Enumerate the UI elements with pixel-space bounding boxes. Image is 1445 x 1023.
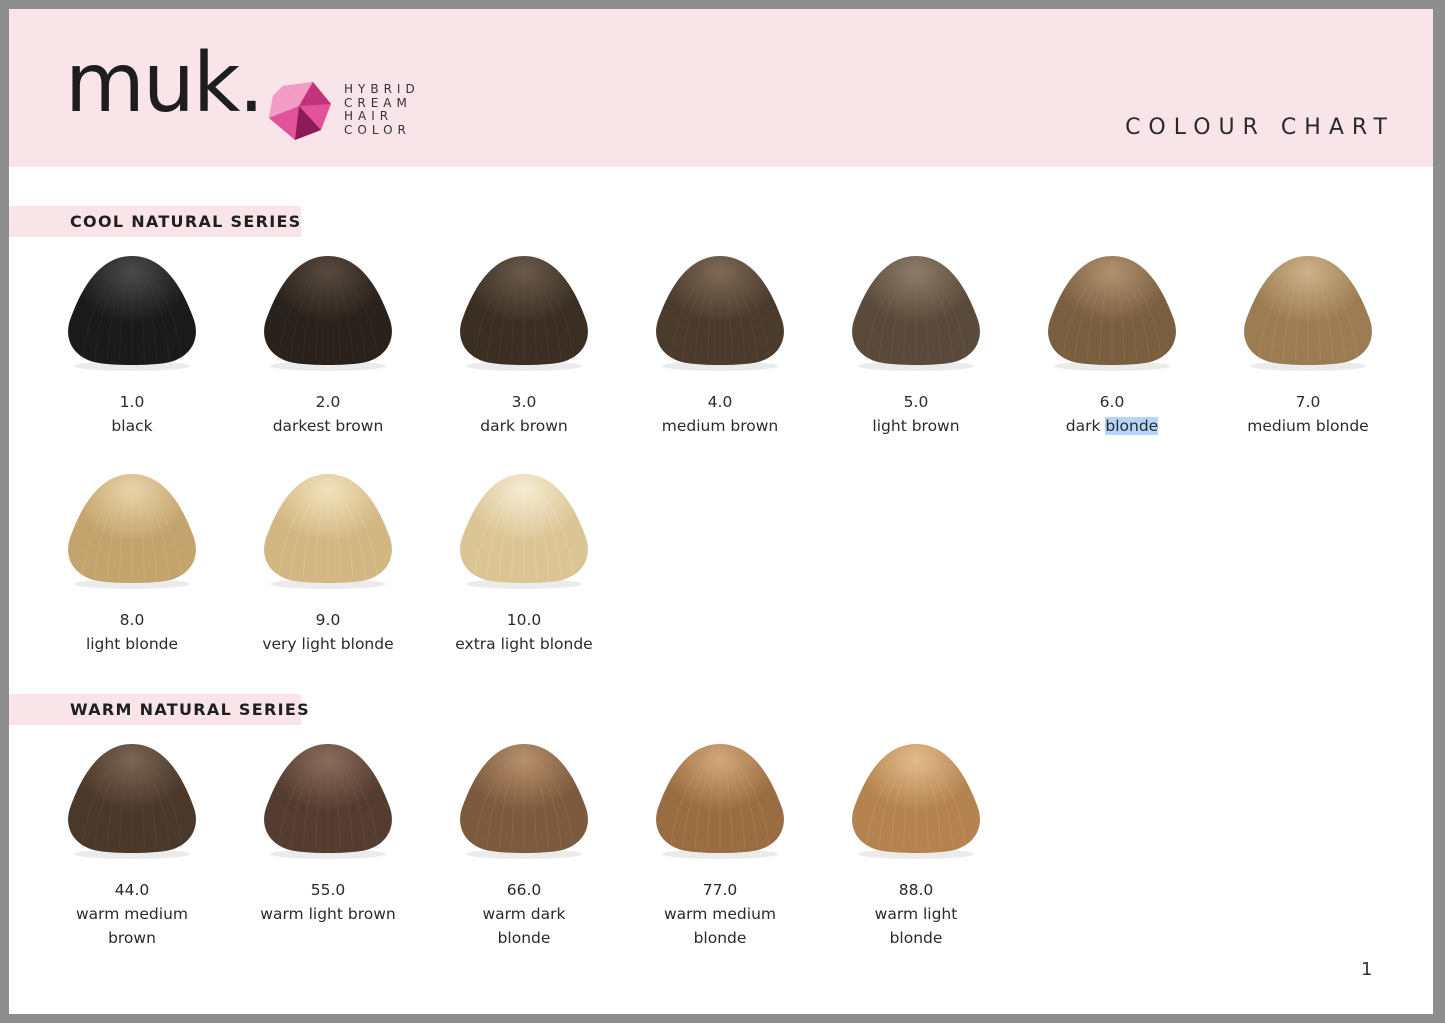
- hair-swatch-icon: [852, 256, 980, 371]
- shade-code: 2.0: [315, 393, 341, 411]
- hair-swatch-icon: [460, 744, 588, 859]
- shade-name: very light blonde: [262, 635, 394, 653]
- hair-swatch: 2.0 darkest brown: [238, 252, 418, 438]
- shade-name: dark blonde: [1042, 414, 1182, 438]
- hair-swatch: 88.0 warm light blonde: [826, 740, 1006, 950]
- hair-swatch-icon: [68, 744, 196, 859]
- hair-swatch-icon: [1048, 256, 1176, 371]
- brand-tagline: HYBRID CREAM HAIR COLOR: [344, 82, 420, 137]
- tagline-line: CREAM: [344, 95, 412, 110]
- hair-swatch-icon: [68, 256, 196, 371]
- hair-swatch: 1.0 black: [42, 252, 222, 438]
- shade-name: warm medium brown: [75, 905, 188, 947]
- series-band-warm: WARM NATURAL SERIES: [9, 694, 309, 725]
- shade-code: 8.0: [119, 611, 145, 629]
- shade-code: 9.0: [315, 611, 341, 629]
- shade-name: extra light blonde: [455, 635, 593, 653]
- shade-code: 10.0: [506, 611, 542, 629]
- tagline-line: HAIR: [344, 109, 394, 123]
- hair-swatch: 8.0 light blonde: [42, 470, 222, 656]
- hair-swatch: 5.0 light brown: [826, 252, 1006, 438]
- shade-name: darkest brown: [272, 417, 384, 435]
- shade-name: warm light blonde: [874, 905, 958, 947]
- shade-code: 5.0: [903, 393, 929, 411]
- text-selection-highlight[interactable]: blonde: [1105, 417, 1159, 435]
- shade-code: 44.0: [114, 881, 150, 899]
- hair-swatch: 4.0 medium brown: [630, 252, 810, 438]
- shade-name: light blonde: [85, 635, 179, 653]
- shade-name: black: [111, 417, 153, 435]
- hair-swatch: 3.0 dark brown: [434, 252, 614, 438]
- hair-swatch: 7.0 medium blonde: [1218, 252, 1398, 438]
- shade-name: warm dark blonde: [482, 905, 566, 947]
- shade-code: 66.0: [506, 881, 542, 899]
- shade-name: light brown: [872, 417, 960, 435]
- colour-chart-page: muk. HYBRID CREAM HAIR COLOR COLOUR CHAR…: [9, 9, 1433, 1014]
- tagline-line: COLOR: [344, 122, 411, 137]
- hair-swatch-icon: [460, 474, 588, 589]
- shade-name-text: dark: [1065, 417, 1106, 435]
- series-title: COOL NATURAL SERIES: [70, 212, 302, 231]
- hair-swatch-icon: [68, 474, 196, 589]
- shade-code: 7.0: [1295, 393, 1321, 411]
- hair-swatch-icon: [460, 256, 588, 371]
- hair-swatch: 77.0 warm medium blonde: [630, 740, 810, 950]
- hair-swatch-icon: [264, 474, 392, 589]
- hair-swatch: 10.0 extra light blonde: [434, 470, 614, 656]
- shade-code: 55.0: [310, 881, 346, 899]
- hair-swatch-icon: [1244, 256, 1372, 371]
- hair-swatch: 55.0 warm light brown: [238, 740, 418, 926]
- shade-code: 3.0: [511, 393, 537, 411]
- page-number: 1: [1361, 959, 1373, 980]
- hair-swatch-icon: [264, 256, 392, 371]
- series-title: WARM NATURAL SERIES: [70, 700, 310, 719]
- hair-swatch-icon: [656, 256, 784, 371]
- hair-swatch-icon: [264, 744, 392, 859]
- hair-swatch-icon: [656, 744, 784, 859]
- shade-code: 6.0: [1099, 393, 1125, 411]
- shade-name: medium brown: [661, 417, 779, 435]
- hair-swatch: 66.0 warm dark blonde: [434, 740, 614, 950]
- shade-code: 4.0: [707, 393, 733, 411]
- tagline-line: HYBRID: [344, 82, 420, 96]
- hair-swatch-icon: [852, 744, 980, 859]
- gem-logo-icon: [269, 82, 331, 140]
- shade-name: medium blonde: [1247, 417, 1369, 435]
- hair-swatch: 9.0 very light blonde: [238, 470, 418, 656]
- shade-name: warm medium blonde: [663, 905, 776, 947]
- shade-code: 1.0: [119, 393, 145, 411]
- hair-swatch: 44.0 warm medium brown: [42, 740, 222, 950]
- shade-name: warm light brown: [260, 905, 396, 923]
- hair-swatch: 6.0 dark blonde: [1022, 252, 1202, 438]
- brand-logo: muk.: [65, 36, 264, 131]
- series-band-cool: COOL NATURAL SERIES: [9, 206, 301, 237]
- page-title: COLOUR CHART: [1125, 115, 1395, 140]
- shade-code: 77.0: [702, 881, 738, 899]
- shade-name: dark brown: [480, 417, 568, 435]
- shade-code: 88.0: [898, 881, 934, 899]
- header-banner: muk. HYBRID CREAM HAIR COLOR COLOUR CHAR…: [9, 9, 1433, 167]
